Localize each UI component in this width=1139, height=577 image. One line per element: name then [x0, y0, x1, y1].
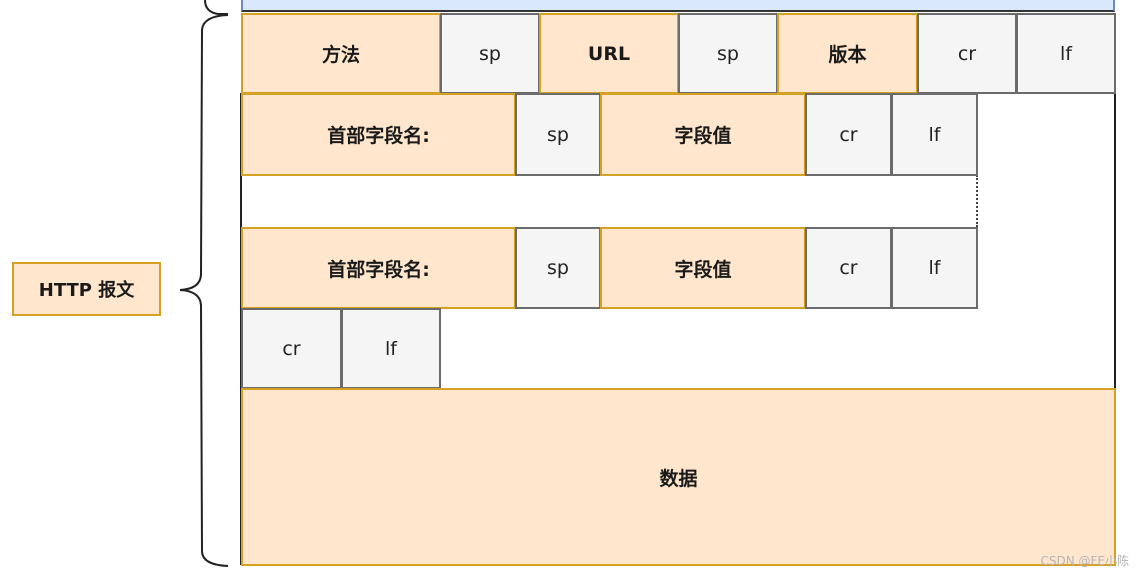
lf-delimiter: lf	[341, 308, 441, 389]
space-delimiter: sp	[678, 13, 778, 94]
header-name-field: 首部字段名:	[241, 93, 516, 176]
previous-section-strip	[241, 0, 1115, 12]
message-frame-right	[1114, 93, 1116, 389]
lf-delimiter: lf	[1016, 13, 1116, 94]
space-delimiter: sp	[515, 227, 601, 309]
lf-delimiter: lf	[891, 227, 978, 309]
watermark: CSDN @FE小陈	[1040, 554, 1129, 568]
space-delimiter: sp	[440, 13, 540, 94]
method-field: 方法	[241, 13, 441, 94]
http-message-label: HTTP 报文	[12, 262, 161, 316]
cr-delimiter: cr	[805, 93, 892, 176]
version-field: 版本	[777, 13, 918, 94]
space-delimiter: sp	[515, 93, 601, 176]
ellipsis-dotted-line	[976, 175, 978, 227]
header-value-field: 字段值	[600, 227, 806, 309]
body-data-field: 数据	[241, 388, 1116, 566]
cr-delimiter: cr	[805, 227, 892, 309]
lf-delimiter: lf	[891, 93, 978, 176]
cr-delimiter: cr	[917, 13, 1017, 94]
header-name-field: 首部字段名:	[241, 227, 516, 309]
cr-delimiter: cr	[241, 308, 342, 389]
url-field: URL	[539, 13, 679, 94]
header-value-field: 字段值	[600, 93, 806, 176]
